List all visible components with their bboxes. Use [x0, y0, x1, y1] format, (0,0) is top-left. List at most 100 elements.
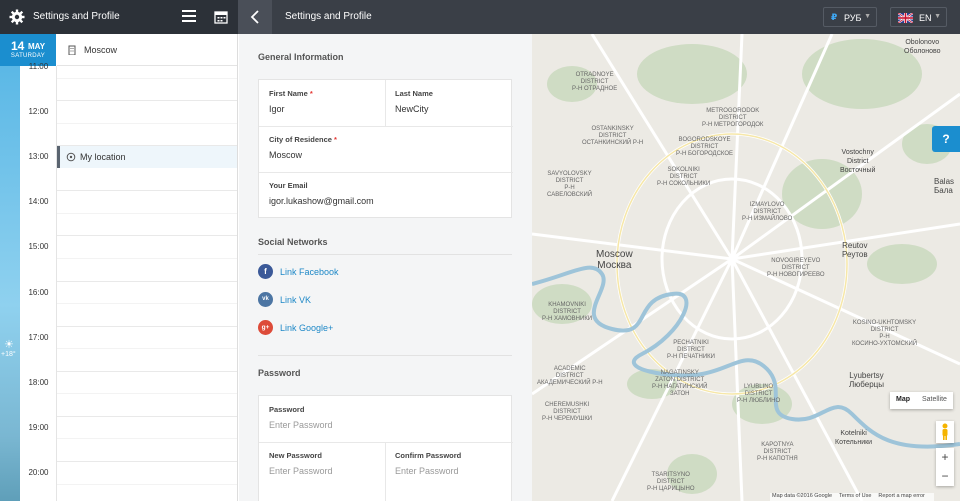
- back-button[interactable]: [238, 0, 272, 34]
- confirm-password-field[interactable]: Confirm Password Enter Password: [395, 451, 505, 481]
- map-label-ostankino: OSTANKINSKY DISTRICT ОСТАНКИНСКИЙ Р-Н: [582, 126, 644, 146]
- last-name-field[interactable]: Last Name NewCity: [395, 89, 505, 119]
- city-label-text: City of Residence: [269, 135, 332, 144]
- link-facebook[interactable]: f Link Facebook: [258, 264, 378, 280]
- map-data-credit: Map data ©2016 Google: [772, 493, 833, 499]
- new-password-field[interactable]: New Password Enter Password: [269, 451, 379, 481]
- map-label-nagatinsky: NAGATINSKY ZATON DISTRICT Р-Н НАГАТИНСКИЙ З…: [652, 370, 708, 397]
- last-name-input[interactable]: NewCity: [395, 104, 429, 114]
- new-password-label: New Password: [269, 451, 322, 460]
- hour-label: 13:00: [28, 152, 49, 161]
- facebook-icon: f: [258, 264, 273, 279]
- zoom-in-button[interactable]: +: [936, 448, 954, 467]
- chevron-down-icon: ▼: [934, 13, 941, 20]
- city-input[interactable]: Moscow: [269, 150, 302, 160]
- top-bar: Settings and Profile Settings and Profil…: [0, 0, 960, 34]
- social-section-title: Social Networks: [258, 237, 328, 247]
- language-selector[interactable]: EN ▼: [890, 7, 947, 27]
- required-marker: *: [334, 135, 337, 144]
- map-city-vostochny: Vostochny District Восточный: [840, 149, 876, 174]
- hour-label: 18:00: [28, 378, 49, 387]
- map-label-otradnoe: OTRADNOYE DISTRICT Р-Н ОТРАДНОЕ: [572, 72, 618, 92]
- map-label-cheremushki: CHEREMUSHKI DISTRICT Р-Н ЧЕРЕМУШКИ: [542, 402, 593, 422]
- map-label-kosino: KOSINO-UKHTOMSKY DISTRICT Р-Н КОСИНО-УХТОМС…: [852, 320, 918, 347]
- event-label: My location: [80, 152, 126, 162]
- map-label-metrogorodok: METROGORODOK DISTRICT Р-Н МЕТРОГОРОДОК: [702, 108, 764, 128]
- first-name-input[interactable]: Igor: [269, 104, 285, 114]
- city-field[interactable]: City of Residence * Moscow: [269, 135, 499, 165]
- vk-icon: vk: [258, 292, 273, 307]
- weather-temp: +18°: [1, 351, 16, 358]
- menu-icon[interactable]: [182, 10, 196, 24]
- map-label-tsaritsyno: TSARITSYNO DISTRICT Р-Н ЦАРИЦЫНО: [647, 472, 695, 492]
- city-label: City of Residence *: [269, 135, 337, 144]
- link-google-label: Link Google+: [280, 323, 334, 333]
- hour-label: 14:00: [28, 197, 49, 206]
- confirm-password-label: Confirm Password: [395, 451, 462, 460]
- map-view[interactable]: OTRADNOYE DISTRICT Р-Н ОТРАДНОЕ METROGOROD…: [532, 34, 960, 501]
- link-vk[interactable]: vk Link VK: [258, 292, 358, 308]
- uk-flag-icon: [898, 13, 913, 23]
- map-city-lyubertsy: Lyubertsy Люберцы: [849, 371, 884, 389]
- map-label-sokolniki: SOKOLNIKI DISTRICT Р-Н СОКОЛЬНИКИ: [657, 167, 711, 187]
- map-label-academic: ACADEMIC DISTRICT АКАДЕМИЧЕСКИЙ Р-Н: [537, 366, 603, 386]
- new-password-input[interactable]: Enter Password: [269, 466, 333, 476]
- first-name-label: First Name *: [269, 89, 313, 98]
- hour-label: 19:00: [28, 423, 49, 432]
- map-label-novogireyevo: NOVOGIREYEVO DISTRICT Р-Н НОВОГИРЕЕВО: [767, 258, 825, 278]
- map-attribution: Map data ©2016 Google Terms of Use Report …: [770, 493, 934, 501]
- password-section-title: Password: [258, 368, 301, 378]
- calendar-icon[interactable]: [214, 10, 228, 24]
- last-name-label: Last Name: [395, 89, 433, 98]
- email-label: Your Email: [269, 181, 308, 190]
- app-title: Settings and Profile: [33, 11, 120, 22]
- ruble-icon: ₽: [831, 12, 838, 22]
- password-card: Password Enter Password New Password Ent…: [258, 395, 513, 501]
- map-city-balashikha: Balas Бала: [934, 177, 955, 195]
- page-title: Settings and Profile: [285, 11, 372, 22]
- schedule-panel: 14 MAY SATURDAY Moscow ☀ +18° 11:00 12:0…: [0, 34, 238, 501]
- confirm-password-input[interactable]: Enter Password: [395, 466, 459, 476]
- schedule-location-name: Moscow: [84, 45, 118, 55]
- map-label-pechatniki: PECHATNIKI DISTRICT Р-Н ПЕЧАТНИКИ: [667, 340, 715, 360]
- chevron-down-icon: ▼: [864, 13, 871, 20]
- help-button[interactable]: ?: [932, 126, 960, 152]
- time-slots[interactable]: My location: [57, 66, 237, 501]
- link-google[interactable]: g+ Link Google+: [258, 320, 368, 336]
- zoom-out-button[interactable]: −: [936, 467, 954, 486]
- email-field[interactable]: Your Email igor.lukashow@gmail.com: [269, 181, 499, 211]
- email-input[interactable]: igor.lukashow@gmail.com: [269, 196, 374, 206]
- required-marker: *: [309, 89, 313, 98]
- password-label: Password: [269, 405, 305, 414]
- report-error-link[interactable]: Report a map error: [878, 493, 924, 499]
- map-type-map[interactable]: Map: [890, 392, 916, 407]
- event-my-location[interactable]: My location: [57, 146, 237, 168]
- map-label-izmaylovo: IZMAYLOVO DISTRICT Р-Н ИЗМАЙЛОВО: [742, 202, 793, 222]
- chevron-left-icon: [250, 10, 259, 24]
- link-facebook-label: Link Facebook: [280, 267, 339, 277]
- location-target-icon: [66, 152, 76, 162]
- hour-label: 20:00: [28, 468, 49, 477]
- language-label: EN: [919, 13, 932, 23]
- sun-icon: ☀: [4, 339, 14, 351]
- terms-link[interactable]: Terms of Use: [839, 493, 871, 499]
- first-name-field[interactable]: First Name * Igor: [269, 89, 379, 119]
- map-city-moscow: Moscow Москва: [596, 249, 633, 271]
- top-bar-left: Settings and Profile: [0, 0, 238, 34]
- building-icon: [68, 45, 76, 55]
- hour-column: 11:00 12:00 13:00 14:00 15:00 16:00 17:0…: [20, 62, 57, 501]
- schedule-location-header: Moscow: [57, 34, 237, 66]
- password-input[interactable]: Enter Password: [269, 420, 333, 430]
- map-city-moscow-en: Moscow: [596, 249, 633, 260]
- map-type-satellite[interactable]: Satellite: [916, 392, 953, 407]
- weather-strip: ☀ +18°: [0, 66, 20, 501]
- map-city-reutov: Reutov Реутов: [842, 241, 868, 259]
- password-field[interactable]: Password Enter Password: [269, 405, 499, 435]
- map-label-kapotnya: KAPOTNYA DISTRICT Р-Н КАПОТНЯ: [757, 442, 798, 462]
- currency-selector[interactable]: ₽ РУБ ▼: [823, 7, 877, 27]
- hour-label: 15:00: [28, 242, 49, 251]
- gear-icon[interactable]: [9, 9, 25, 25]
- zoom-control: + −: [936, 448, 954, 486]
- pegman-icon[interactable]: [936, 421, 954, 443]
- hour-label: 12:00: [28, 107, 49, 116]
